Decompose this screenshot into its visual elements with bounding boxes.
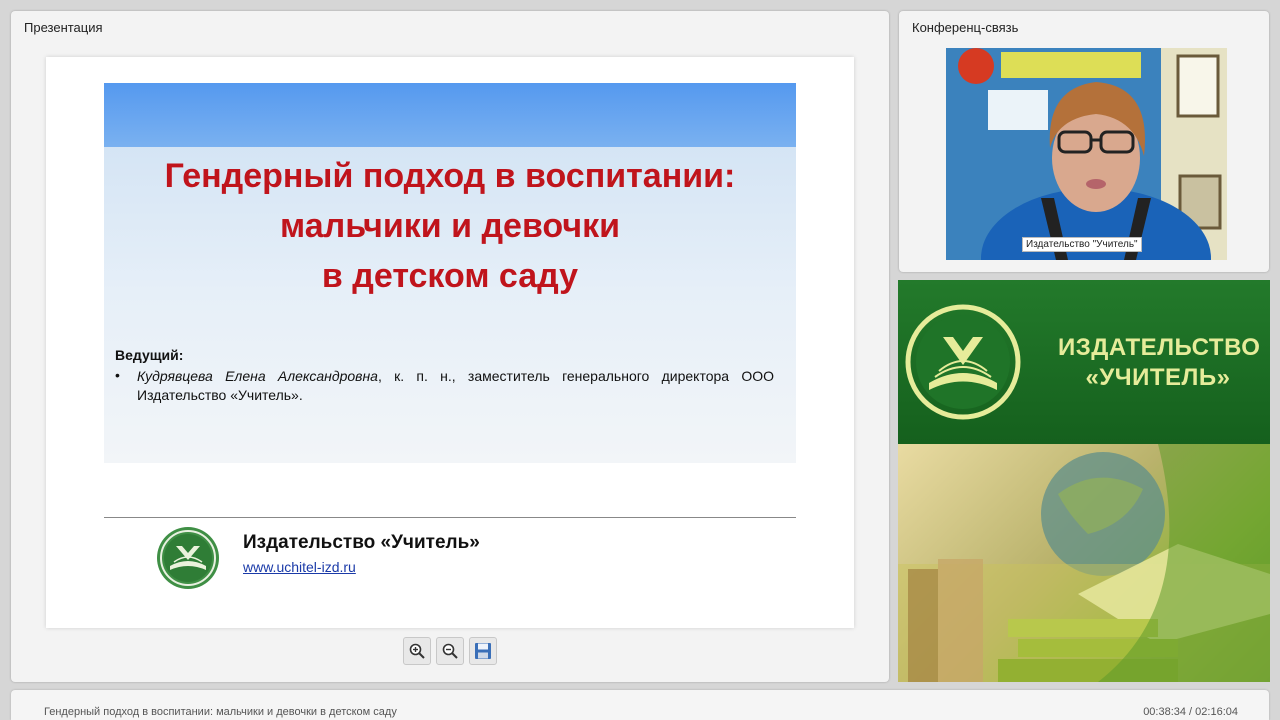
slide-title-line-3: в детском саду (321, 257, 579, 295)
presenter-label: Ведущий: (115, 347, 184, 363)
presenter-text: Кудрявцева Елена Александровна, к. п. н.… (137, 367, 774, 405)
books-globe-icon (898, 444, 1270, 682)
ad-title-line-1: ИЗДАТЕЛЬСТВО (1058, 334, 1261, 361)
ad-header: ИЗДАТЕЛЬСТВО «УЧИТЕЛЬ» (898, 280, 1270, 444)
slide: Гендерный подход в воспитании: мальчики … (46, 57, 854, 628)
slide-divider (104, 517, 796, 518)
video-scene-icon (946, 48, 1227, 260)
video-feed[interactable]: Издательство "Учитель" (946, 48, 1227, 260)
zoom-in-button[interactable] (403, 637, 431, 665)
save-button[interactable] (469, 637, 497, 665)
presentation-panel: Презентация Гендерный подход в воспитани… (11, 11, 889, 682)
zoom-out-icon (442, 643, 458, 659)
save-icon (475, 643, 491, 659)
playback-time: 00:38:34 / 02:16:04 (1143, 706, 1238, 718)
publisher-logo-icon (157, 527, 219, 589)
slide-title-area: Гендерный подход в воспитании: мальчики … (104, 83, 796, 463)
slide-title-line-2: мальчики и девочки (280, 207, 620, 245)
presenter-name: Кудрявцева Елена Александровна (137, 368, 378, 384)
footer-bar: Гендерный подход в воспитании: мальчики … (11, 690, 1269, 720)
publisher-url-link[interactable]: www.uchitel-izd.ru (243, 559, 356, 575)
zoom-in-icon (409, 643, 425, 659)
conference-panel: Конференц-связь Издательство "Учитель" (899, 11, 1269, 272)
ad-image-books (898, 444, 1270, 682)
publisher-ad-banner[interactable]: ИЗДАТЕЛЬСТВО «УЧИТЕЛЬ» (898, 280, 1270, 682)
slide-header-band (104, 83, 796, 147)
conference-panel-title: Конференц-связь (912, 20, 1019, 35)
bullet-marker: • (115, 367, 120, 383)
video-caption: Издательство "Учитель" (1022, 237, 1142, 252)
publisher-name: Издательство «Учитель» (243, 532, 480, 553)
slide-title-line-1: Гендерный подход в воспитании: (164, 157, 736, 195)
presentation-panel-title: Презентация (24, 20, 103, 35)
ad-title-line-2: «УЧИТЕЛЬ» (1085, 364, 1231, 391)
zoom-out-button[interactable] (436, 637, 464, 665)
footer-title: Гендерный подход в воспитании: мальчики … (44, 706, 397, 718)
ad-logo-icon (905, 304, 1021, 420)
